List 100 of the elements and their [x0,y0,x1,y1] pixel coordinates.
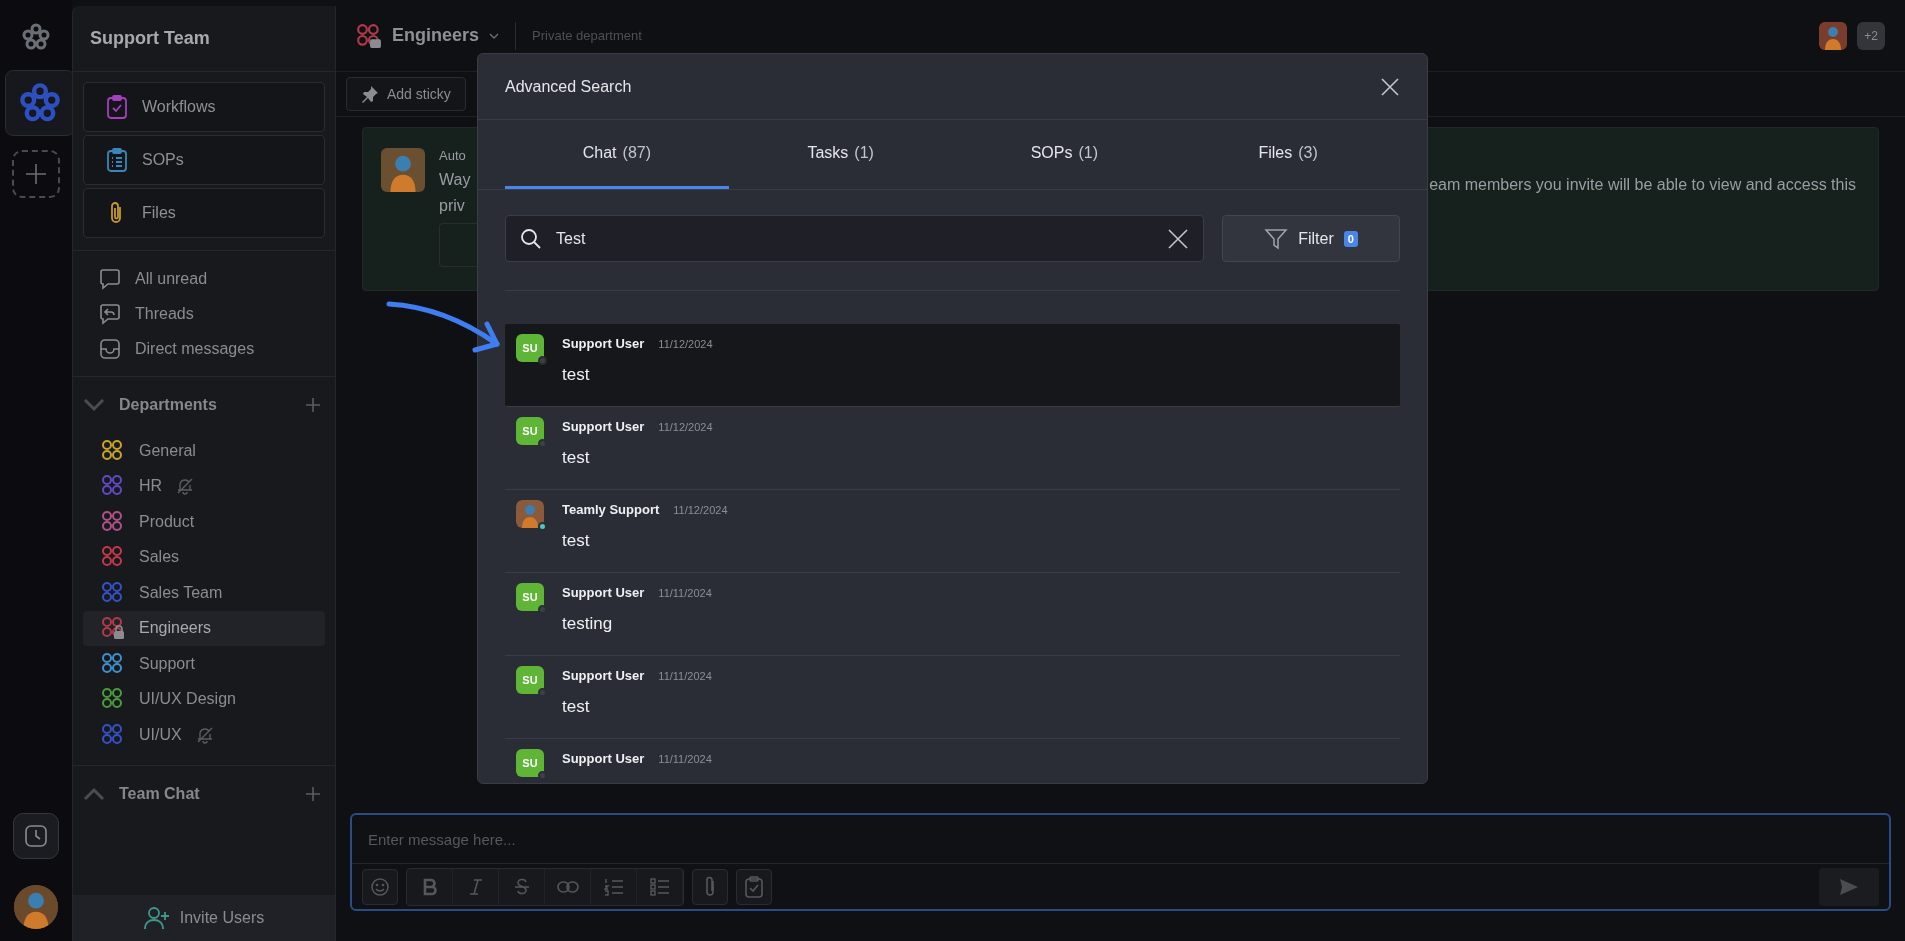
caret-icon[interactable] [489,31,500,40]
department-item[interactable]: Engineers [83,610,325,646]
message-field[interactable]: Enter message here... [350,813,1891,911]
task-button[interactable] [736,868,772,905]
user-avatar: SU [516,749,544,777]
filter-button[interactable]: Filter 0 [1222,215,1400,262]
message-text: test [562,448,591,468]
pin-icon [361,85,379,103]
banner-text: Way [439,171,472,189]
user-avatar: SU [516,334,544,362]
department-item[interactable]: UI/UX [83,717,325,753]
department-item[interactable]: UI/UX Design [83,681,325,717]
emoji-icon [370,876,390,897]
bold-icon [421,877,438,896]
clock-icon [24,824,48,848]
author-name: Support User [562,585,645,600]
author-name: Support User [562,751,645,766]
send-button[interactable] [1819,867,1879,906]
chevron-icon[interactable] [83,398,105,412]
private-department-icon [356,22,382,49]
search-result[interactable]: SU Support User 11/12/2024 test [505,324,1400,407]
add-workspace-button[interactable] [12,150,60,198]
user-avatar: SU [516,666,544,694]
section-title: Team Chat [119,784,201,803]
banner-text: eam members you invite will be able to view and access this [1429,175,1856,195]
clock-button[interactable] [13,813,59,859]
italic-icon [467,877,484,896]
message-date: 11/11/2024 [658,753,712,765]
link-icon [556,879,579,894]
channel-subtitle: Private department [532,28,642,43]
inbox-icon [99,337,121,360]
department-item[interactable]: Sales Team [83,575,325,611]
nav-item[interactable]: Direct messages [73,331,335,366]
workspace-button[interactable] [5,70,75,136]
search-field[interactable]: Test [505,215,1204,262]
close-icon [1380,76,1400,97]
add-sticky-button[interactable]: Add sticky [346,77,466,111]
message-date: 11/12/2024 [673,504,728,516]
message-text: test [562,365,591,385]
search-input[interactable]: Test [554,228,1155,249]
bullet-list-icon [649,877,670,896]
nav-item[interactable]: All unread [73,261,335,296]
user-avatar [14,885,58,929]
author-name: Support User [562,336,645,351]
attach-button[interactable] [692,868,728,905]
chat-bubble-icon [99,267,121,290]
search-result[interactable]: SU Support User 11/11/2024 testing [505,573,1400,656]
clipboard-check-icon [106,95,128,119]
chevron-icon[interactable] [83,786,105,801]
department-item[interactable]: Support [83,646,325,682]
shortcut-item[interactable]: Files [83,188,325,238]
banner-title: Auto [439,148,467,163]
plus-icon [25,163,47,185]
member-count[interactable]: +2 [1857,21,1885,50]
dialog-title: Advanced Search [505,77,633,96]
banner-text: priv [439,197,466,215]
author-name: Teamly Support [562,502,660,517]
search-tab[interactable]: SOPs (1) [952,120,1177,189]
department-item[interactable]: Sales [83,539,325,575]
clipboard-check-icon [744,875,764,898]
message-date: 11/12/2024 [658,338,713,350]
shortcut-item[interactable]: SOPs [83,135,325,185]
user-avatar: SU [516,417,544,445]
bot-avatar [381,148,425,192]
search-tab[interactable]: Files (3) [1176,120,1400,189]
strikethrough-icon [513,877,530,896]
section-title: Departments [119,396,218,414]
department-item[interactable]: HR [83,468,325,504]
close-button[interactable] [1380,76,1400,97]
channel-title[interactable]: Engineers [392,25,480,46]
add-department-icon[interactable] [305,397,321,413]
message-date: 11/11/2024 [658,587,712,599]
nav-item[interactable]: Threads [73,296,335,331]
add-user-icon [143,906,170,930]
invite-users-button[interactable]: Invite Users [73,895,335,941]
search-tab[interactable]: Tasks (1) [728,120,953,189]
user-avatar [516,500,544,528]
member-avatar [1819,21,1847,50]
author-name: Support User [562,668,645,683]
department-item[interactable]: Product [83,504,325,540]
clear-icon[interactable] [1167,227,1189,250]
add-chat-icon[interactable] [305,785,321,802]
message-date: 11/12/2024 [658,421,713,433]
numbered-list-icon [603,877,624,896]
department-item[interactable]: General [83,433,325,469]
send-icon [1839,877,1859,896]
user-avatar: SU [516,583,544,611]
reply-bubble-icon [99,302,121,325]
message-input[interactable]: Enter message here... [352,815,1889,864]
search-icon [520,227,542,250]
team-title: Support Team [73,6,335,72]
message-text: test [562,697,591,717]
search-result[interactable]: SU Support User 11/11/2024 [505,739,1400,783]
emoji-button[interactable] [362,868,398,905]
search-result[interactable]: SU Support User 11/12/2024 test [505,407,1400,490]
shortcut-item[interactable]: Workflows [83,82,325,132]
search-result[interactable]: Teamly Support 11/12/2024 test [505,490,1400,573]
author-name: Support User [562,419,645,434]
search-result[interactable]: SU Support User 11/11/2024 test [505,656,1400,739]
clipboard-list-icon [106,148,128,172]
